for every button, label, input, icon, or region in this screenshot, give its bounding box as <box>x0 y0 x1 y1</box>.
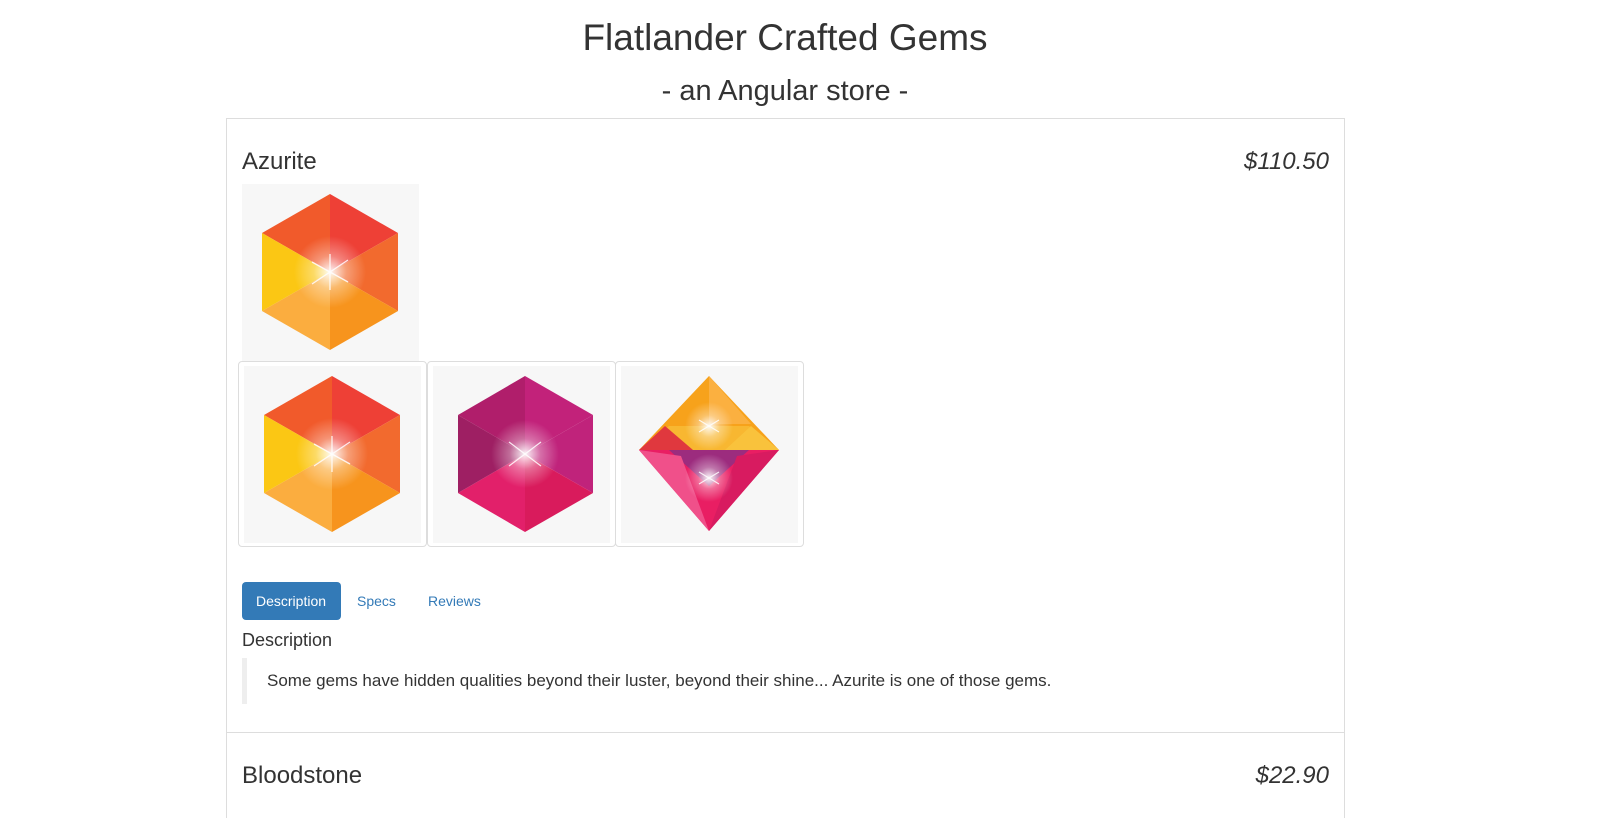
product-main-image <box>242 184 419 361</box>
magenta-hexagon-gem-icon <box>457 375 594 533</box>
product-name: Azurite <box>242 148 317 175</box>
orange-hexagon-gem-icon <box>261 193 399 351</box>
tab-specs[interactable]: Specs <box>343 582 410 620</box>
tab-reviews[interactable]: Reviews <box>414 582 495 620</box>
thumbnail-pink-diamond[interactable] <box>615 361 804 547</box>
product-price: $22.90 <box>1255 762 1329 789</box>
section-title: Description <box>242 630 333 650</box>
product-name: Bloodstone <box>242 762 363 789</box>
product-list: Azurite $110.50 Description Specs Review… <box>226 118 1345 818</box>
orange-hexagon-gem-icon <box>263 375 401 533</box>
tab-description[interactable]: Description <box>242 582 341 620</box>
product-price: $110.50 <box>1244 148 1329 175</box>
product-description: Some gems have hidden qualities beyond t… <box>242 658 1302 704</box>
site-title: Flatlander Crafted Gems <box>582 17 988 58</box>
pink-diamond-gem-icon <box>638 375 780 532</box>
site-subtitle: - an Angular store - <box>661 75 909 107</box>
thumbnail-orange-gem[interactable] <box>238 361 427 547</box>
product-item: Azurite $110.50 Description Specs Review… <box>227 119 1344 733</box>
product-item: Bloodstone $22.90 <box>227 733 1344 823</box>
thumbnail-magenta-gem[interactable] <box>427 361 616 547</box>
